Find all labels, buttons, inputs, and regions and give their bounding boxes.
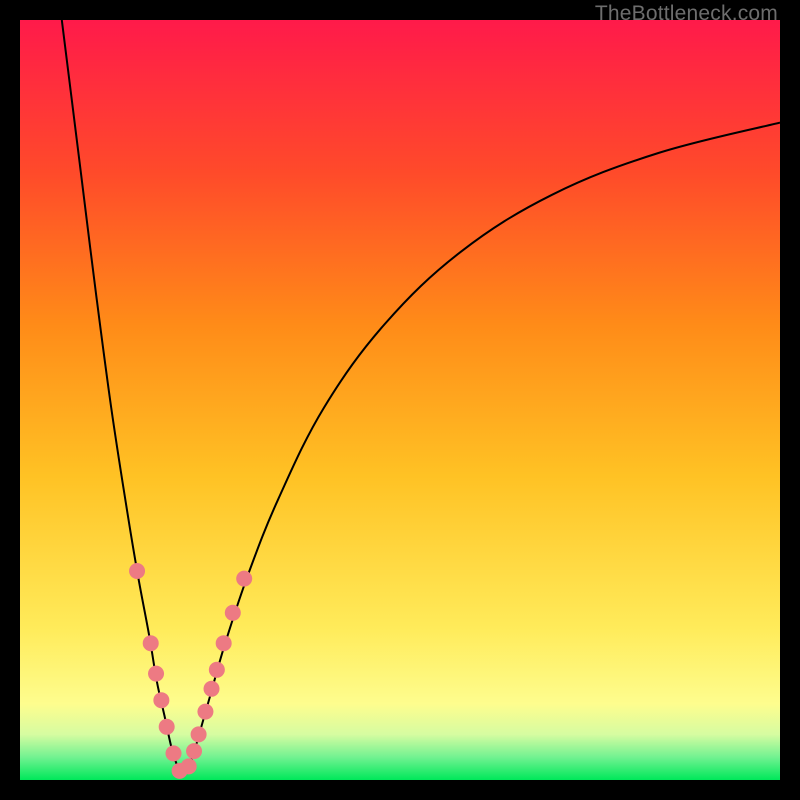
data-marker <box>143 635 159 651</box>
data-marker <box>148 666 164 682</box>
data-marker <box>209 662 225 678</box>
outer-frame: TheBottleneck.com <box>0 0 800 800</box>
gradient-background <box>20 20 780 780</box>
plot-area <box>20 20 780 780</box>
data-marker <box>159 719 175 735</box>
data-marker <box>204 681 220 697</box>
data-marker <box>181 758 197 774</box>
data-marker <box>166 745 182 761</box>
data-marker <box>186 743 202 759</box>
plot-svg <box>20 20 780 780</box>
data-marker <box>153 692 169 708</box>
data-marker <box>216 635 232 651</box>
data-marker <box>197 704 213 720</box>
data-marker <box>225 605 241 621</box>
data-marker <box>191 726 207 742</box>
data-marker <box>236 571 252 587</box>
data-marker <box>129 563 145 579</box>
